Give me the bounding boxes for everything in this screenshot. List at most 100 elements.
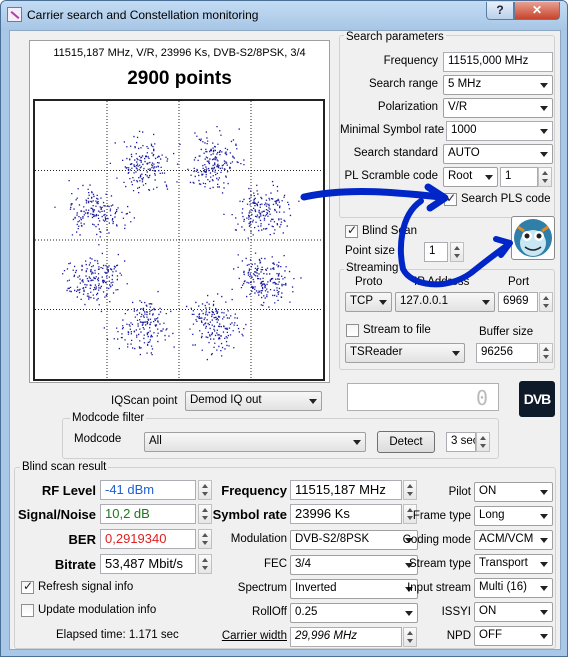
carrier-width-value: 29,996 MHz: [290, 627, 402, 647]
result-frequency-spinner[interactable]: [403, 480, 417, 500]
port-label: Port: [508, 276, 530, 288]
app-icon: [7, 7, 22, 22]
pilot-label: Pilot: [448, 486, 471, 498]
streaming-title: Streaming: [344, 262, 401, 274]
port-spinner[interactable]: [539, 292, 553, 312]
update-modulation-label: Update modulation info: [38, 604, 157, 616]
modcode-filter-title: Modcode filter: [70, 412, 147, 424]
constellation-panel: 11515,187 MHz, V/R, 23996 Ks, DVB-S2/8PS…: [29, 40, 330, 383]
close-button[interactable]: ✕: [514, 2, 560, 20]
issyi-select[interactable]: ON: [474, 602, 553, 622]
symbol-rate-label: Symbol rate: [212, 507, 287, 522]
detect-interval-input[interactable]: 3 sec: [446, 432, 476, 452]
rolloff-select[interactable]: 0.25: [290, 603, 418, 623]
stream-type-label: Stream type: [409, 558, 471, 570]
point-size-spinner[interactable]: [450, 242, 464, 262]
bitrate-value: 53,487 Mbit/s: [100, 554, 196, 574]
coding-mode-select[interactable]: ACM/VCM: [474, 530, 553, 550]
iqscan-point-select[interactable]: Demod IQ out: [185, 391, 322, 411]
search-parameters-title: Search parameters: [344, 31, 446, 43]
proto-select[interactable]: TCP: [345, 292, 392, 312]
update-modulation-checkbox[interactable]: [21, 604, 34, 617]
carrier-width-spinner[interactable]: [403, 627, 417, 647]
constellation-svg: [35, 101, 323, 379]
polarization-label: Polarization: [377, 101, 438, 113]
carrier-width-link[interactable]: Carrier width: [205, 630, 287, 642]
ip-address-select[interactable]: 127.0.0.1: [395, 292, 495, 312]
detect-button[interactable]: Detect: [377, 431, 435, 453]
pl-scramble-mode-select[interactable]: Root: [443, 167, 498, 187]
ber-value: 0,2919340: [100, 529, 196, 549]
constellation-grid: [35, 101, 323, 379]
rf-level-label: RF Level: [41, 483, 96, 498]
min-symbol-rate-input[interactable]: 1000: [446, 121, 553, 141]
point-size-label: Point size: [345, 245, 395, 257]
input-stream-select[interactable]: Multi (16): [474, 578, 553, 598]
signal-noise-value: 10,2 dB: [100, 504, 196, 524]
elapsed-time: Elapsed time: 1.171 sec: [56, 629, 179, 641]
reader-select[interactable]: TSReader: [345, 343, 465, 363]
search-standard-select[interactable]: AUTO: [443, 144, 553, 164]
pilot-select[interactable]: ON: [474, 482, 553, 502]
symbol-rate-value: 23996 Ks: [290, 504, 402, 524]
search-pls-checkbox[interactable]: [444, 191, 457, 206]
constellation-points: [54, 126, 302, 361]
refresh-signal-checkbox[interactable]: [21, 579, 34, 594]
constellation-dots: [54, 126, 302, 361]
app-window: Carrier search and Constellation monitor…: [0, 0, 568, 657]
constellation-plot: [33, 99, 325, 381]
result-frequency-label: Frequency: [221, 483, 287, 498]
issyi-label: ISSYI: [441, 606, 471, 618]
dvb-logo: DVB: [519, 381, 555, 417]
buffer-size-spinner[interactable]: [539, 343, 553, 363]
modulation-select[interactable]: DVB-S2/8PSK: [290, 530, 418, 550]
frequency-label: Frequency: [383, 55, 438, 67]
npd-label: NPD: [446, 630, 471, 642]
fec-select[interactable]: 3/4: [290, 555, 418, 575]
blind-scan-checkbox[interactable]: [345, 223, 358, 238]
result-frequency-value: 11515,187 MHz: [290, 480, 402, 500]
input-stream-label: Input stream: [407, 582, 471, 594]
npd-select[interactable]: OFF: [474, 626, 553, 646]
frame-type-select[interactable]: Long: [474, 506, 553, 526]
pl-scramble-label: PL Scramble code: [344, 170, 438, 182]
spectrum-select[interactable]: Inverted: [290, 579, 418, 599]
coding-mode-label: Coding mode: [402, 534, 471, 546]
port-input[interactable]: 6969: [498, 292, 538, 312]
ber-label: BER: [68, 532, 96, 547]
rf-level-value: -41 dBm: [100, 480, 196, 500]
window-title: Carrier search and Constellation monitor…: [27, 8, 259, 22]
search-range-select[interactable]: 5 MHz: [443, 75, 553, 95]
frame-type-label: Frame type: [412, 510, 471, 522]
title-bar: Carrier search and Constellation monitor…: [1, 1, 567, 30]
buffer-size-input[interactable]: 96256: [476, 343, 538, 363]
help-button[interactable]: ?: [486, 2, 514, 20]
modcode-label: Modcode: [74, 433, 122, 445]
polarization-select[interactable]: V/R: [443, 98, 553, 118]
frequency-input[interactable]: 11515,000 MHz: [443, 52, 553, 72]
pl-scramble-code-input[interactable]: 1: [500, 167, 538, 187]
pl-scramble-spinner[interactable]: [538, 167, 552, 187]
proto-label: Proto: [355, 276, 383, 288]
rf-level-spinner[interactable]: [198, 480, 212, 500]
stream-to-file-label: Stream to file: [363, 324, 431, 336]
avatar[interactable]: [511, 216, 555, 260]
point-size-input[interactable]: 1: [424, 242, 448, 262]
detect-interval-spinner[interactable]: [476, 432, 490, 452]
stream-type-select[interactable]: Transport: [474, 554, 553, 574]
carrier-info: 11515,187 MHz, V/R, 23996 Ks, DVB-S2/8PS…: [53, 47, 306, 59]
refresh-signal-label: Refresh signal info: [38, 581, 134, 593]
modulation-label: Modulation: [230, 533, 287, 545]
search-standard-label: Search standard: [353, 147, 438, 159]
signal-noise-label: Signal/Noise: [18, 507, 97, 522]
bitrate-label: Bitrate: [54, 557, 96, 572]
fec-label: FEC: [264, 558, 287, 570]
modcode-select[interactable]: All: [144, 432, 366, 452]
search-pls-label: Search PLS code: [461, 193, 551, 205]
iqscan-point-label: IQScan point: [111, 395, 178, 407]
blind-scan-label: Blind Scan: [362, 225, 417, 237]
buffer-size-label: Buffer size: [479, 326, 534, 338]
spectrum-label: Spectrum: [237, 582, 287, 594]
point-count: 2900 points: [127, 68, 232, 89]
stream-to-file-checkbox[interactable]: [346, 324, 359, 337]
